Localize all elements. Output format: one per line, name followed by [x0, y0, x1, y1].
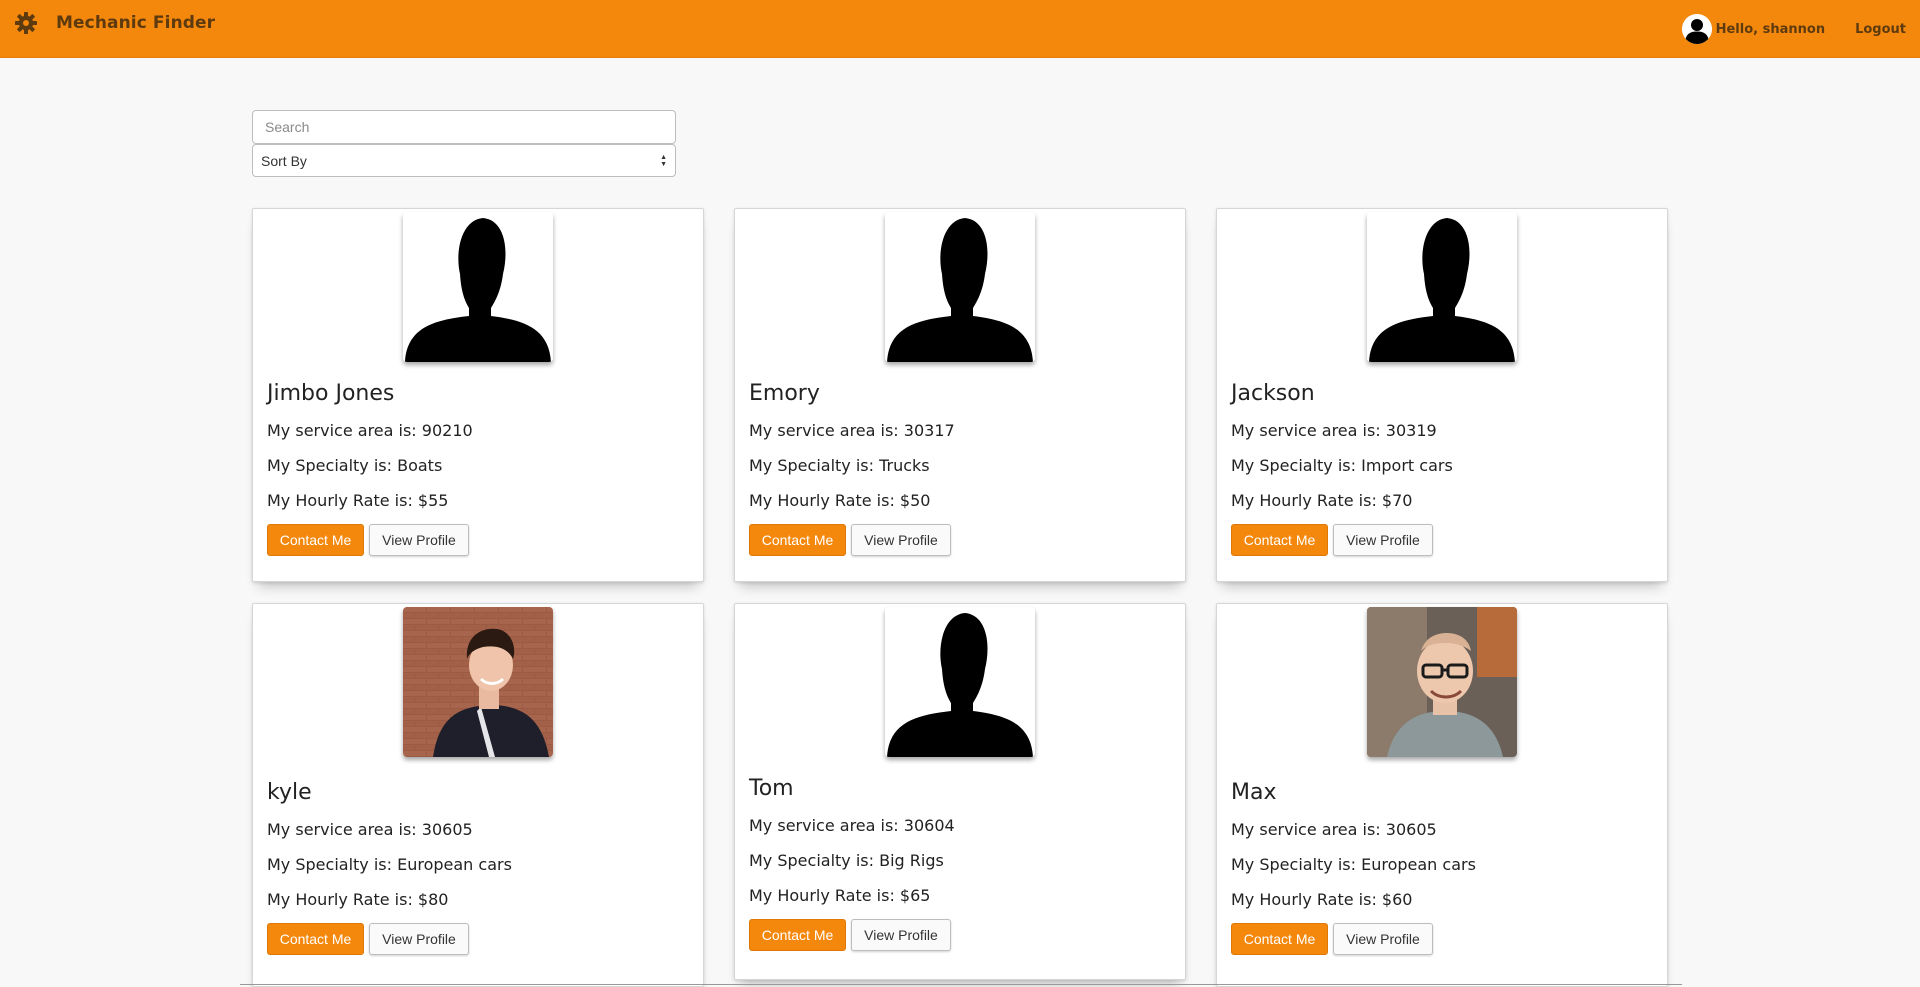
service-area-text: My service area is: 30605 [267, 820, 473, 839]
page-bottom-divider [240, 984, 1682, 985]
logout-link[interactable]: Logout [1855, 22, 1906, 37]
brand-link[interactable]: Mechanic Finder [14, 8, 215, 38]
sort-select[interactable]: Sort By ▲ ▼ [252, 144, 676, 177]
contact-me-button[interactable]: Contact Me [267, 923, 364, 955]
mechanic-card: Tom My service area is: 30604 My Specialty… [734, 603, 1186, 980]
service-area-text: My service area is: 30605 [1231, 820, 1437, 839]
profile-photo [1367, 607, 1517, 757]
top-navbar: Mechanic Finder Hello, shannon Logout [0, 0, 1920, 58]
mechanic-card: Emory My service area is: 30317 My Special… [734, 208, 1186, 582]
specialty-text: My Specialty is: Import cars [1231, 456, 1453, 475]
view-profile-button[interactable]: View Profile [1333, 923, 1433, 955]
user-menu-link[interactable]: Hello, shannon [1681, 14, 1826, 44]
hourly-rate-text: My Hourly Rate is: $55 [267, 491, 449, 510]
brand-label: Mechanic Finder [56, 13, 216, 33]
view-profile-button[interactable]: View Profile [851, 524, 951, 556]
service-area-text: My service area is: 30604 [749, 816, 955, 835]
silhouette-icon [1367, 212, 1517, 362]
hourly-rate-text: My Hourly Rate is: $65 [749, 886, 931, 905]
sort-arrows-icon: ▲ ▼ [660, 153, 667, 168]
profile-photo [403, 607, 553, 757]
mechanic-name: kyle [267, 780, 312, 805]
specialty-text: My Specialty is: European cars [267, 855, 512, 874]
specialty-text: My Specialty is: Big Rigs [749, 851, 944, 870]
user-avatar-icon [1681, 14, 1712, 44]
user-greeting: Hello, shannon [1715, 21, 1826, 37]
mechanic-name: Jackson [1231, 381, 1315, 406]
silhouette-icon [885, 212, 1035, 362]
view-profile-button[interactable]: View Profile [369, 524, 469, 556]
specialty-text: My Specialty is: European cars [1231, 855, 1476, 874]
service-area-text: My service area is: 30317 [749, 421, 955, 440]
specialty-text: My Specialty is: Trucks [749, 456, 930, 475]
contact-me-button[interactable]: Contact Me [267, 524, 364, 556]
hourly-rate-text: My Hourly Rate is: $60 [1231, 890, 1413, 909]
mechanic-name: Emory [749, 381, 820, 406]
mechanic-name: Jimbo Jones [267, 381, 395, 406]
contact-me-button[interactable]: Contact Me [1231, 524, 1328, 556]
view-profile-button[interactable]: View Profile [369, 923, 469, 955]
mechanic-card: Jimbo Jones My service area is: 90210 My S… [252, 208, 704, 582]
contact-me-button[interactable]: Contact Me [749, 524, 846, 556]
search-input[interactable] [252, 110, 676, 144]
specialty-text: My Specialty is: Boats [267, 456, 443, 475]
service-area-text: My service area is: 30319 [1231, 421, 1437, 440]
contact-me-button[interactable]: Contact Me [749, 919, 846, 951]
silhouette-icon [885, 607, 1035, 757]
hourly-rate-text: My Hourly Rate is: $80 [267, 890, 449, 909]
gear-icon [15, 12, 37, 34]
sort-select-label: Sort By [261, 152, 307, 169]
mechanic-name: Max [1231, 780, 1277, 805]
contact-me-button[interactable]: Contact Me [1231, 923, 1328, 955]
mechanic-name: Tom [749, 776, 794, 801]
mechanic-card: Jackson My service area is: 30319 My Speci… [1216, 208, 1668, 582]
hourly-rate-text: My Hourly Rate is: $50 [749, 491, 931, 510]
view-profile-button[interactable]: View Profile [1333, 524, 1433, 556]
view-profile-button[interactable]: View Profile [851, 919, 951, 951]
mechanic-card: Max My service area is: 30605 My Specialty… [1216, 603, 1668, 987]
hourly-rate-text: My Hourly Rate is: $70 [1231, 491, 1413, 510]
service-area-text: My service area is: 90210 [267, 421, 473, 440]
mechanic-card: kyle My service area is: 30605 My Specialt… [252, 603, 704, 987]
silhouette-icon [403, 212, 553, 362]
